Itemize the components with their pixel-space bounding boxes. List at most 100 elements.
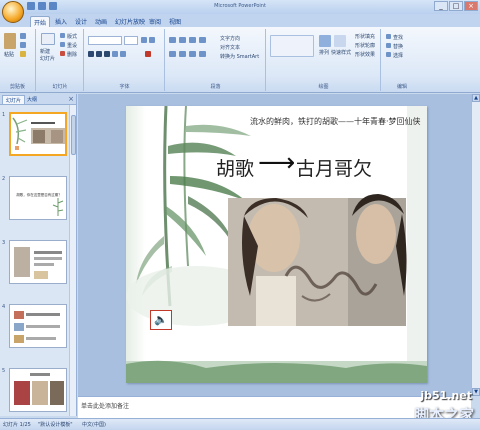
tab-slides-panel[interactable]: 幻灯片 [2, 95, 26, 104]
redo-icon[interactable] [49, 2, 57, 10]
editing-group-label: 编辑 [396, 84, 407, 90]
slide-tagline[interactable]: 流水的鲜肉，铁打的胡歌——十年青春·梦回仙侠 [250, 116, 421, 127]
paste-icon[interactable] [4, 33, 16, 49]
quick-access-toolbar [27, 2, 57, 10]
strikethrough-icon[interactable] [112, 51, 118, 57]
align-left-icon[interactable] [169, 51, 176, 57]
slide-thumbnail[interactable]: 胡歌，你在这里是否有过期？ [9, 176, 67, 220]
save-icon[interactable] [27, 2, 35, 10]
increase-indent-icon[interactable] [199, 37, 206, 43]
justify-icon[interactable] [199, 51, 206, 57]
paragraph-group-label: 段落 [210, 84, 221, 90]
new-slide-icon[interactable] [41, 33, 55, 45]
slide-thumbnail[interactable] [9, 112, 67, 156]
shapes-gallery[interactable] [270, 35, 314, 57]
select-icon[interactable] [386, 52, 391, 57]
group-drawing: 排列 快速样式 形状填充 形状轮廓 形状效果 绘图 [267, 29, 381, 91]
shrink-font-icon[interactable] [149, 37, 155, 43]
select-label[interactable]: 选择 [393, 52, 403, 59]
reset-label[interactable]: 重设 [67, 42, 77, 49]
quick-styles-label[interactable]: 快速样式 [331, 49, 351, 56]
language-status: 中文(中国) [82, 422, 106, 428]
slide-number: 1 [2, 112, 6, 118]
slide-title-left[interactable]: 胡歌 [216, 154, 254, 181]
shape-effects-label[interactable]: 形状效果 [355, 51, 375, 58]
grow-font-icon[interactable] [141, 37, 147, 43]
layout-label[interactable]: 版式 [67, 33, 77, 40]
reset-icon[interactable] [60, 42, 65, 47]
align-right-icon[interactable] [189, 51, 196, 57]
align-center-icon[interactable] [179, 51, 186, 57]
slide[interactable]: 流水的鲜肉，铁打的胡歌——十年青春·梦回仙侠 胡歌 ⟶ 古月哥欠 🔈 [126, 106, 427, 383]
theme-name: "默认设计模板" [38, 422, 73, 428]
arrange-label[interactable]: 排列 [319, 49, 329, 56]
slide-number: 3 [2, 240, 6, 246]
bold-icon[interactable] [88, 51, 94, 57]
slide-title-right[interactable]: 古月哥欠 [296, 154, 372, 181]
slide-count: 幻灯片 1/25 [3, 422, 31, 428]
find-icon[interactable] [386, 34, 391, 39]
slides-panel: 幻灯片 大纲 × 1 2 胡歌，你在这里是否有过期？ 3 4 5 [0, 94, 77, 416]
tab-home[interactable]: 开始 [30, 16, 51, 27]
quick-styles-icon[interactable] [334, 35, 346, 47]
tab-view[interactable]: 视图 [166, 16, 184, 27]
clipboard-group-label: 剪贴板 [9, 84, 25, 90]
delete-icon[interactable] [60, 51, 65, 56]
close-icon[interactable]: × [68, 95, 74, 103]
slide-thumbnail[interactable] [9, 368, 67, 412]
shadow-icon[interactable] [120, 51, 126, 57]
font-size-input[interactable] [124, 36, 138, 45]
close-button[interactable]: × [464, 1, 478, 11]
undo-icon[interactable] [38, 2, 46, 10]
decrease-indent-icon[interactable] [189, 37, 196, 43]
tab-insert[interactable]: 插入 [52, 16, 70, 27]
arrow-icon: ⟶ [258, 148, 296, 178]
slide-thumbnail[interactable] [9, 304, 67, 348]
scroll-down-icon[interactable]: ▼ [472, 388, 480, 396]
italic-icon[interactable] [96, 51, 102, 57]
replace-icon[interactable] [386, 43, 391, 48]
tab-slideshow[interactable]: 幻灯片放映 [112, 16, 148, 27]
replace-label[interactable]: 替换 [393, 43, 403, 50]
group-paragraph: 文字方向 对齐文本 转换为 SmartArt 段落 [166, 29, 266, 91]
smartart-label[interactable]: 转换为 SmartArt [220, 53, 259, 60]
find-label[interactable]: 查找 [393, 34, 403, 41]
office-button[interactable] [2, 1, 24, 23]
minimize-button[interactable]: _ [434, 1, 448, 11]
cut-icon[interactable] [20, 33, 26, 39]
maximize-button[interactable]: □ [449, 1, 463, 11]
notes-placeholder[interactable]: 单击此处添加备注 [81, 401, 129, 410]
drawing-group-label: 绘图 [318, 84, 329, 90]
status-bar: 幻灯片 1/25 "默认设计模板" 中文(中国) [0, 418, 480, 430]
group-clipboard: 粘贴 剪贴板 [0, 29, 36, 91]
tab-animation[interactable]: 动画 [92, 16, 110, 27]
tab-design[interactable]: 设计 [72, 16, 90, 27]
shape-outline-label[interactable]: 形状轮廓 [355, 42, 375, 49]
numbering-icon[interactable] [179, 37, 186, 43]
scroll-thumb[interactable] [71, 115, 76, 155]
vertical-scrollbar[interactable]: ▲ ▼ [471, 94, 480, 396]
arrange-icon[interactable] [319, 35, 331, 47]
sound-icon[interactable]: 🔈 [150, 310, 172, 330]
copy-icon[interactable] [20, 42, 26, 48]
slide-number: 4 [2, 304, 6, 310]
slide-thumbnail[interactable] [9, 240, 67, 284]
shape-fill-label[interactable]: 形状填充 [355, 33, 375, 40]
text-direction-label[interactable]: 文字方向 [220, 35, 240, 42]
delete-label[interactable]: 删除 [67, 51, 77, 58]
scroll-up-icon[interactable]: ▲ [472, 94, 480, 102]
bullets-icon[interactable] [169, 37, 176, 43]
layout-icon[interactable] [60, 33, 65, 38]
font-name-input[interactable] [88, 36, 122, 45]
underline-icon[interactable] [104, 51, 110, 57]
panel-scrollbar[interactable] [69, 105, 76, 416]
title-bar: Microsoft PowerPoint _ □ × [0, 0, 480, 14]
notes-pane[interactable]: 单击此处添加备注 [78, 396, 471, 418]
font-color-icon[interactable] [145, 51, 151, 57]
align-text-label[interactable]: 对齐文本 [220, 44, 240, 51]
panel-tabs: 幻灯片 大纲 × [0, 94, 76, 105]
group-font: 字体 [85, 29, 165, 91]
format-painter-icon[interactable] [20, 51, 26, 57]
tab-outline-panel[interactable]: 大纲 [24, 95, 40, 104]
tab-review[interactable]: 审阅 [146, 16, 164, 27]
